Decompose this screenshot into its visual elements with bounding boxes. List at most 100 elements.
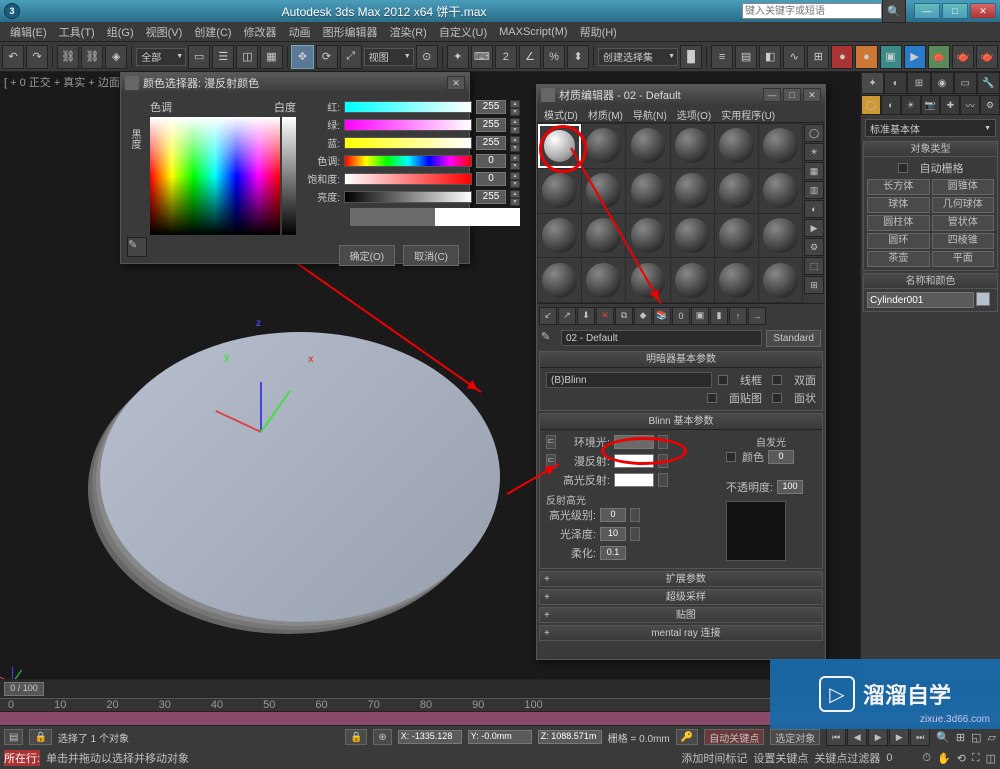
material-slot[interactable] [671, 169, 714, 213]
selfillum-color-checkbox[interactable] [726, 452, 736, 462]
time-config-icon[interactable]: ⏱ [922, 752, 931, 765]
zoom-icon[interactable]: 🔍 [936, 731, 950, 744]
select-by-name-icon[interactable]: ☰ [212, 45, 234, 69]
add-time-tag-button[interactable]: 添加时间标记 [681, 750, 747, 766]
selected-key-button[interactable]: 选定对象 [770, 729, 820, 745]
rollout-header[interactable]: Blinn 基本参数 [540, 414, 822, 430]
select-by-mat-icon[interactable]: ⬚ [804, 257, 824, 275]
show-end-icon[interactable]: ▮ [710, 307, 728, 325]
2sided-checkbox[interactable] [772, 375, 782, 385]
dialog-titlebar[interactable]: 材质编辑器 - 02 - Default — □ ✕ [537, 85, 825, 105]
map-slot[interactable] [630, 508, 640, 522]
mat-menu-util[interactable]: 实用程序(U) [716, 105, 780, 122]
val-spinner[interactable]: ▲▼ [510, 190, 520, 204]
plane-button[interactable]: 平面 [932, 251, 995, 267]
cylinder-button[interactable]: 圆柱体 [867, 215, 930, 231]
motion-tab[interactable]: ◉ [931, 72, 954, 94]
object-color-swatch[interactable] [976, 292, 990, 306]
mirror-icon[interactable]: ▐▌ [680, 45, 702, 69]
menu-create[interactable]: 创建(C) [188, 22, 237, 42]
show-in-vp-icon[interactable]: ▣ [691, 307, 709, 325]
material-slot[interactable] [582, 214, 625, 258]
material-slot[interactable] [582, 169, 625, 213]
z-coord[interactable]: Z: 1088.571m [538, 730, 602, 744]
set-key-button[interactable]: 设置关键点 [753, 750, 808, 766]
material-slot-selected[interactable] [538, 124, 581, 168]
zoom-all-icon[interactable]: ⊞ [956, 731, 965, 744]
systems-icon[interactable]: ⚙ [980, 95, 1000, 115]
maps-rollout[interactable]: 贴图 [539, 607, 823, 623]
menu-animation[interactable]: 动画 [283, 22, 317, 42]
minimize-button[interactable]: — [914, 3, 940, 19]
autokey-button[interactable]: 自动关键点 [704, 729, 764, 745]
reset-map-icon[interactable]: ✕ [596, 307, 614, 325]
material-slot[interactable] [759, 124, 802, 168]
material-slot[interactable] [759, 214, 802, 258]
hue-slider[interactable] [344, 155, 472, 167]
map-slot[interactable] [658, 454, 668, 468]
mentalray-rollout[interactable]: mental ray 连接 [539, 625, 823, 641]
name-color-header[interactable]: 名称和颜色 [863, 273, 998, 289]
background-icon[interactable]: ▦ [804, 162, 824, 180]
diffuse-swatch[interactable] [614, 454, 654, 468]
faceted-checkbox[interactable] [772, 393, 782, 403]
maxscript-mini-icon[interactable]: ▤ [4, 729, 23, 745]
dialog-titlebar[interactable]: 颜色选择器: 漫反射颜色 ✕ [121, 73, 469, 93]
lock-icon[interactable]: 🔒 [29, 729, 51, 745]
pick-material-icon[interactable]: ✎ [541, 330, 557, 346]
material-type-button[interactable]: Standard [766, 330, 821, 347]
ambient-lock-icon[interactable]: ⊏ [546, 435, 556, 449]
pan-icon[interactable]: ✋ [937, 752, 951, 765]
named-selection-dropdown[interactable]: 创建选择集 [598, 48, 678, 66]
mat-menu-mode[interactable]: 模式(D) [539, 105, 583, 122]
shader-dropdown[interactable]: (B)Blinn [546, 372, 712, 388]
ok-button[interactable]: 确定(O) [339, 245, 395, 266]
help-search-input[interactable] [742, 3, 882, 19]
play-icon[interactable]: ▶ [868, 728, 888, 746]
value-slider[interactable] [282, 117, 296, 235]
mat-map-nav-icon[interactable]: ⊞ [804, 276, 824, 294]
align-icon[interactable]: ≡ [711, 45, 733, 69]
ref-coord-dropdown[interactable]: 视图 [364, 48, 414, 66]
select-object-icon[interactable]: ▭ [188, 45, 210, 69]
select-rotate-icon[interactable]: ⟳ [316, 45, 338, 69]
undo-icon[interactable]: ↶ [2, 45, 24, 69]
next-frame-icon[interactable]: ▶ [889, 728, 909, 746]
teapot2-icon[interactable]: 🫖 [952, 45, 974, 69]
material-slot[interactable] [715, 169, 758, 213]
bind-spacewarp-icon[interactable]: ◈ [105, 45, 127, 69]
material-slot[interactable] [582, 124, 625, 168]
menu-grapheditors[interactable]: 图形编辑器 [317, 22, 384, 42]
hue-sat-field[interactable] [150, 117, 280, 235]
snap-percent-icon[interactable]: % [543, 45, 565, 69]
render-frame-icon[interactable]: ▣ [880, 45, 902, 69]
make-copy-icon[interactable]: ⧉ [615, 307, 633, 325]
material-slot[interactable] [538, 214, 581, 258]
search-icon[interactable]: 🔍 [882, 0, 906, 23]
prev-frame-icon[interactable]: ◀ [847, 728, 867, 746]
teapot-button[interactable]: 茶壶 [867, 251, 930, 267]
dialog-close-icon[interactable]: ✕ [803, 88, 821, 102]
material-slot[interactable] [626, 124, 669, 168]
use-pivot-icon[interactable]: ⊙ [416, 45, 438, 69]
object-type-header[interactable]: 对象类型 [863, 141, 998, 157]
autogrid-checkbox[interactable] [898, 163, 908, 173]
put-to-lib-icon[interactable]: 📚 [653, 307, 671, 325]
snap-angle-icon[interactable]: ∠ [519, 45, 541, 69]
coord-display-icon[interactable]: ⊕ [373, 729, 391, 745]
material-slot[interactable] [626, 169, 669, 213]
material-slot[interactable] [538, 258, 581, 302]
material-editor-icon[interactable]: ● [831, 45, 853, 69]
hierarchy-tab[interactable]: ⊞ [907, 72, 930, 94]
selection-filter-dropdown[interactable]: 全部 [136, 48, 186, 66]
rollout-header[interactable]: 明暗器基本参数 [540, 352, 822, 368]
supersampling-rollout[interactable]: 超级采样 [539, 589, 823, 605]
minmax-icon[interactable]: ◫ [986, 752, 996, 765]
selfillum-spinner[interactable]: 0 [768, 450, 794, 464]
map-slot[interactable] [630, 527, 640, 541]
backlight-icon[interactable]: ☀ [804, 143, 824, 161]
zoom-extents-icon[interactable]: ◱ [971, 731, 981, 744]
create-tab[interactable]: ✦ [861, 72, 884, 94]
sample-type-icon[interactable]: ◯ [804, 124, 824, 142]
get-material-icon[interactable]: ↙ [539, 307, 557, 325]
